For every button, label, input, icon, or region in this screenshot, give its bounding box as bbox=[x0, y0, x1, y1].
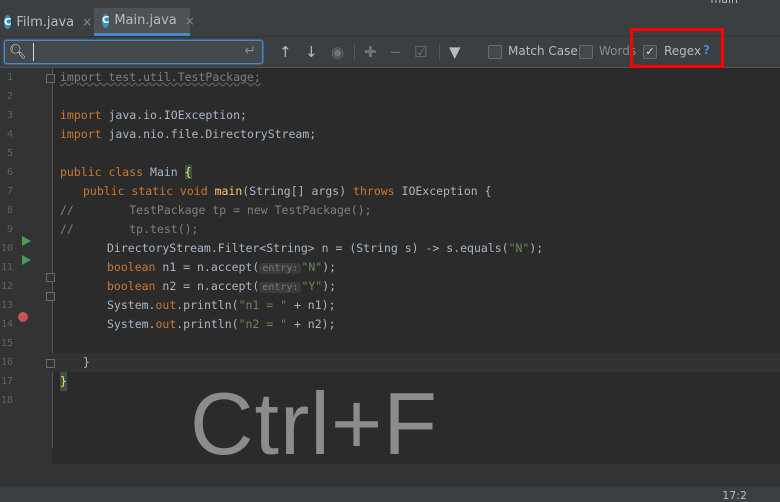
branch-label: main bbox=[711, 0, 738, 6]
search-input[interactable] bbox=[33, 43, 238, 61]
code-line: } bbox=[83, 355, 90, 369]
parameter-hint: entry: bbox=[259, 263, 302, 274]
line-number: 4 bbox=[6, 129, 13, 140]
code-line: System.out.println("n2 = " + n2); bbox=[107, 317, 336, 331]
next-occurrence-icon[interactable]: ↓ bbox=[305, 43, 318, 61]
tab-label: Film.java bbox=[16, 14, 75, 30]
select-all-occurrences-icon[interactable]: ☑ bbox=[414, 43, 427, 61]
close-icon[interactable]: × bbox=[82, 15, 92, 29]
code-line: import java.io.IOException; bbox=[60, 108, 247, 122]
code-line: public class Main { bbox=[60, 165, 192, 179]
code-line: public static void main(String[] args) t… bbox=[83, 184, 492, 198]
code-line: boolean n2 = n.accept(entry: "Y"); bbox=[107, 279, 337, 293]
match-case-label: Match Case bbox=[508, 44, 578, 58]
parameter-hint: entry: bbox=[259, 282, 302, 293]
line-number: 2 bbox=[6, 91, 13, 102]
code-line: } bbox=[60, 372, 67, 391]
java-class-icon: C bbox=[102, 13, 110, 28]
code-line: System.out.println("n1 = " + n1); bbox=[107, 298, 336, 312]
regex-highlight-annotation bbox=[630, 28, 724, 68]
code-line: import test.util.TestPackage; bbox=[60, 70, 261, 84]
line-number: 9 bbox=[6, 224, 13, 235]
line-number: 10 bbox=[0, 243, 13, 254]
newline-icon[interactable]: ↵ bbox=[244, 43, 256, 59]
filter-icon[interactable]: ▼ bbox=[449, 43, 461, 61]
window-top-strip: main bbox=[0, 0, 780, 8]
previous-occurrence-icon[interactable]: ↑ bbox=[279, 43, 292, 61]
line-number: 1 bbox=[6, 72, 13, 83]
line-number: 16 bbox=[0, 357, 13, 368]
line-number: 11 bbox=[0, 262, 13, 273]
code-line: // tp.test(); bbox=[60, 222, 199, 236]
close-icon[interactable]: × bbox=[185, 14, 195, 28]
line-number: 6 bbox=[6, 167, 13, 178]
tab-film-java[interactable]: C Film.java × bbox=[4, 8, 92, 36]
code-line: boolean n1 = n.accept(entry: "N"); bbox=[107, 260, 337, 274]
line-number: 14 bbox=[0, 319, 13, 330]
line-number: 3 bbox=[6, 110, 13, 121]
words-checkbox[interactable] bbox=[579, 45, 593, 59]
remove-occurrence-icon[interactable]: − bbox=[389, 43, 402, 61]
tab-main-java[interactable]: C Main.java × bbox=[94, 8, 195, 36]
code-line: // TestPackage tp = new TestPackage(); bbox=[60, 203, 372, 217]
line-number: 17 bbox=[0, 376, 13, 387]
divider bbox=[354, 44, 355, 60]
add-occurrence-icon[interactable]: ✚ bbox=[364, 43, 377, 61]
divider bbox=[439, 44, 440, 60]
code-line: import java.nio.file.DirectoryStream; bbox=[60, 127, 317, 141]
code-line: DirectoryStream.Filter<String> n = (Stri… bbox=[107, 241, 544, 255]
search-box: 🔍︎ ↵ bbox=[4, 40, 263, 64]
line-number: 8 bbox=[6, 205, 13, 216]
tab-label: Main.java bbox=[114, 13, 177, 28]
find-all-icon[interactable]: ◉ bbox=[331, 43, 344, 61]
java-class-icon: C bbox=[4, 15, 12, 29]
line-number: 5 bbox=[6, 148, 13, 159]
horizontal-scrollbar[interactable] bbox=[0, 464, 780, 486]
match-case-checkbox[interactable] bbox=[488, 45, 502, 59]
caret-position[interactable]: 17:2 bbox=[722, 489, 747, 502]
line-number: 15 bbox=[0, 338, 13, 349]
shortcut-overlay-text: Ctrl+F bbox=[190, 374, 438, 473]
line-number: 18 bbox=[0, 395, 13, 406]
line-number: 7 bbox=[6, 186, 13, 197]
line-number: 13 bbox=[0, 300, 13, 311]
line-number: 12 bbox=[0, 281, 13, 292]
search-history-icon[interactable]: 🔍︎ bbox=[9, 44, 27, 60]
status-bar: 17:2 bbox=[0, 486, 780, 502]
